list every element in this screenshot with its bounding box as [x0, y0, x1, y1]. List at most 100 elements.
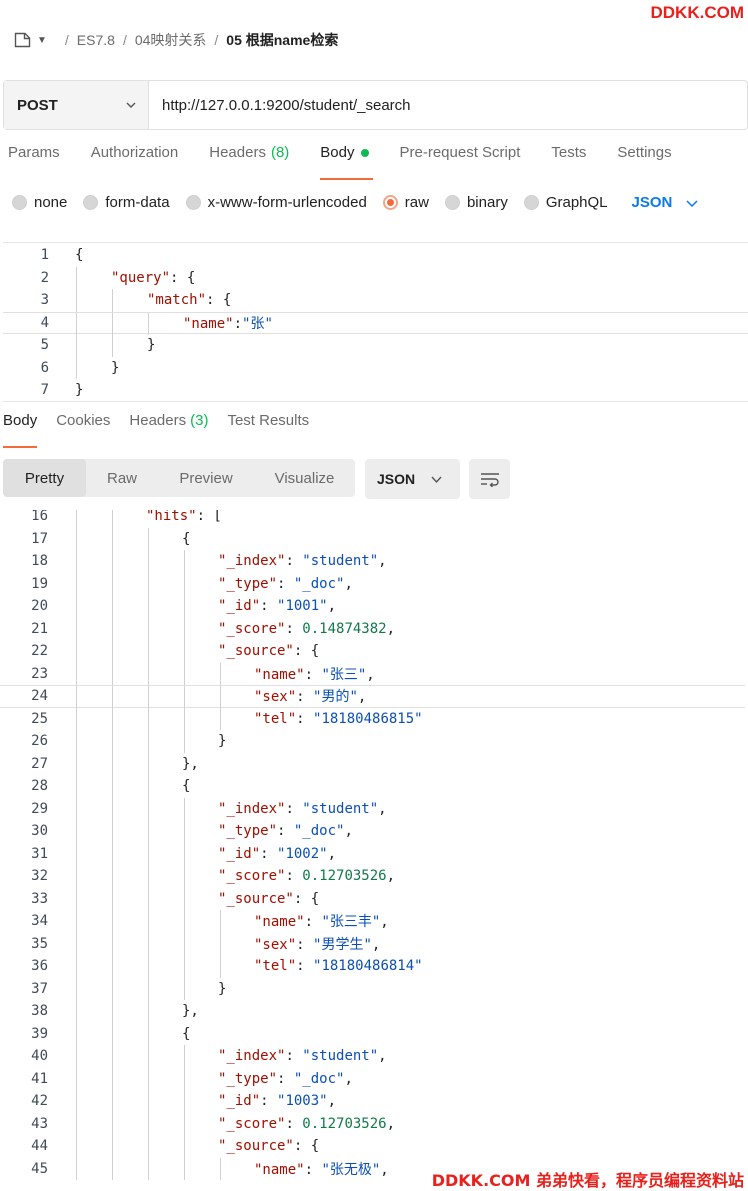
code-line: 30 "_type": "_doc",	[0, 820, 745, 843]
line-number: 38	[31, 1003, 48, 1020]
url-input[interactable]: http://127.0.0.1:9200/student/_search	[149, 81, 747, 129]
tab-body[interactable]: Body	[320, 144, 373, 180]
line-number: 1	[40, 247, 49, 264]
code-line: 29 "_index": "student",	[0, 797, 745, 820]
line-number: 43	[31, 1115, 48, 1132]
code-token: "student"	[302, 800, 379, 817]
tab-cookies[interactable]: Cookies	[56, 412, 110, 448]
code-line: 43 "_score": 0.12703526,	[0, 1112, 745, 1135]
code-token: :	[296, 958, 314, 975]
radio-circle	[523, 195, 539, 210]
code-token: "query"	[111, 269, 171, 286]
tab-label: Headers	[209, 144, 266, 161]
code-text: "_id": "1002",	[218, 846, 336, 862]
code-token: "student"	[302, 1048, 379, 1065]
breadcrumb-item-collection[interactable]: ES7.8	[77, 32, 115, 48]
tab-pre-request-script[interactable]: Pre-request Script	[400, 144, 521, 180]
indent-guide	[220, 662, 221, 685]
chevron-down-icon	[126, 102, 136, 108]
radio-x-www-form-urlencoded[interactable]: x-www-form-urlencoded	[185, 194, 367, 211]
tab-response-body[interactable]: Body	[3, 412, 38, 448]
indent-guide	[220, 1157, 221, 1180]
indent-guide	[220, 955, 221, 978]
indent-guide	[184, 1112, 185, 1135]
tab-test-results[interactable]: Test Results	[227, 412, 309, 448]
tab-params[interactable]: Params	[8, 144, 60, 180]
chevron-down-icon[interactable]: ▼	[37, 35, 47, 46]
indent-guide	[76, 662, 77, 685]
code-token: "_score"	[218, 868, 286, 885]
indent-guide	[148, 1022, 149, 1045]
radio-form-data[interactable]: form-data	[83, 194, 170, 211]
code-token: :	[296, 689, 314, 706]
body-language-select[interactable]: JSON	[632, 194, 699, 211]
page-title[interactable]: 05 根据name检索	[226, 30, 338, 50]
method-select[interactable]: POST	[4, 81, 149, 129]
indent-guide	[148, 955, 149, 978]
view-preview[interactable]: Preview	[158, 459, 254, 497]
code-token: :	[277, 1070, 294, 1087]
indent-guide	[112, 1000, 113, 1023]
view-raw[interactable]: Raw	[86, 459, 158, 497]
radio-raw[interactable]: raw	[382, 194, 429, 211]
code-token: {	[222, 292, 232, 309]
response-body-viewer[interactable]: 16 "hits": [17 {18 "_index": "student", 19 "_…	[0, 510, 748, 1191]
tab-tests[interactable]: Tests	[551, 144, 586, 180]
line-number: 17	[31, 530, 48, 547]
view-visualize[interactable]: Visualize	[254, 459, 355, 497]
code-token: "name"	[254, 666, 305, 683]
code-token: ,	[386, 620, 396, 637]
code-token: ,	[327, 1093, 337, 1110]
indent-guide	[184, 820, 185, 843]
wrap-lines-button[interactable]	[469, 459, 510, 499]
chevron-down-icon	[431, 476, 442, 483]
code-token: "_source"	[218, 643, 294, 660]
code-token: }	[218, 980, 227, 997]
code-line: 37}	[0, 977, 745, 1000]
indent-guide	[76, 707, 77, 730]
radio-graphql[interactable]: GraphQL	[523, 194, 608, 211]
code-text: }	[75, 382, 83, 398]
line-number: 36	[31, 958, 48, 975]
response-format-select[interactable]: JSON	[365, 459, 460, 499]
indent-guide	[184, 1067, 185, 1090]
collection-icon[interactable]	[14, 32, 31, 48]
indent-guide	[112, 1157, 113, 1180]
indent-guide	[76, 865, 77, 888]
code-line: 32 "_score": 0.12703526,	[0, 865, 745, 888]
indent-guide	[76, 510, 77, 528]
code-token: :	[304, 914, 322, 931]
tab-label: Pre-request Script	[399, 144, 521, 161]
request-body-editor[interactable]: 1{2 "query": {3 "match": {4 "name":"张" 5} 6} 7…	[3, 242, 748, 402]
indent-guide	[112, 1045, 113, 1068]
radio-circle	[83, 195, 99, 210]
code-text: "name": "张无极",	[254, 1159, 389, 1179]
view-pretty[interactable]: Pretty	[3, 459, 86, 497]
code-token: {	[310, 890, 320, 907]
line-number: 33	[31, 890, 48, 907]
indent-guide	[148, 1157, 149, 1180]
code-token: :	[285, 553, 303, 570]
line-number: 32	[31, 868, 48, 885]
radio-none[interactable]: none	[12, 194, 67, 211]
code-text: "_id": "1003",	[218, 1093, 336, 1109]
indent-guide	[148, 640, 149, 663]
indent-guide	[184, 842, 185, 865]
tab-response-headers[interactable]: Headers (3)	[129, 412, 208, 448]
code-token: :	[296, 710, 314, 727]
line-number: 30	[31, 823, 48, 840]
code-line: 6}	[3, 356, 748, 379]
tab-headers[interactable]: Headers (8)	[209, 144, 289, 180]
code-text: "_score": 0.14874382,	[218, 621, 395, 637]
code-token: ,	[378, 800, 387, 817]
radio-binary[interactable]: binary	[444, 194, 508, 211]
code-token: {	[182, 530, 191, 547]
breadcrumb-item-folder[interactable]: 04映射关系	[135, 30, 207, 50]
code-text: {	[182, 778, 190, 794]
tab-authorization[interactable]: Authorization	[91, 144, 179, 180]
line-number: 28	[31, 778, 48, 795]
tab-settings[interactable]: Settings	[617, 144, 671, 180]
code-token: "_source"	[218, 1138, 294, 1155]
indent-guide	[148, 1067, 149, 1090]
request-bar: POST http://127.0.0.1:9200/student/_sear…	[3, 80, 748, 130]
